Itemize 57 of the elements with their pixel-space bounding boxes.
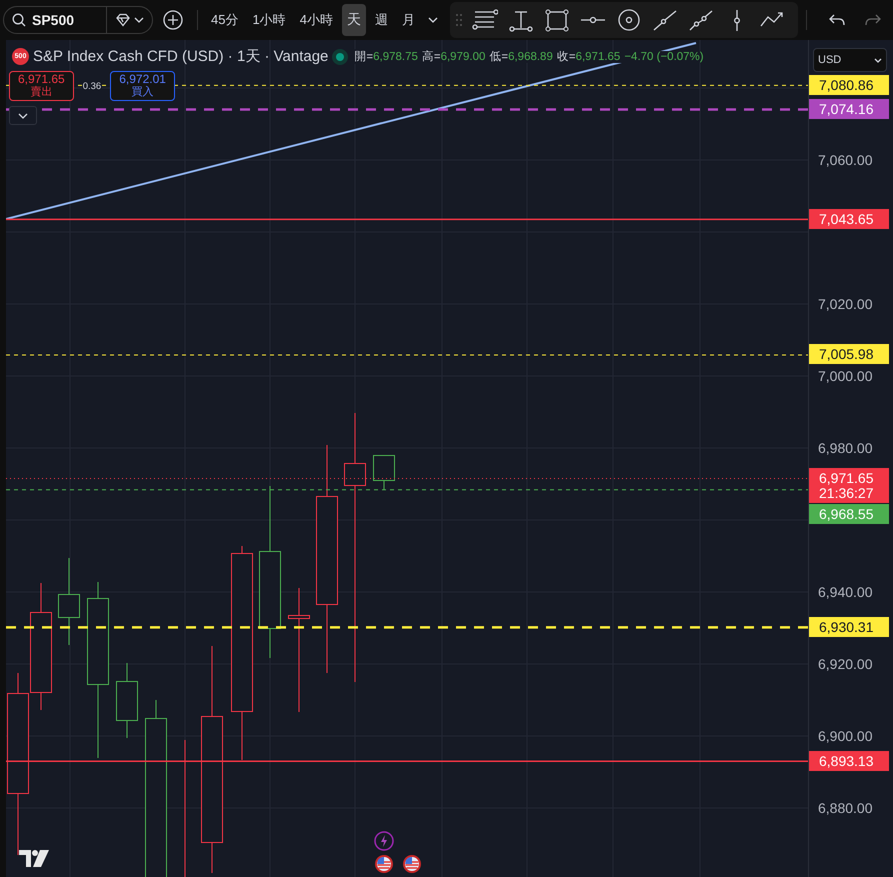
plus-icon [163,10,183,30]
search-icon [12,13,26,27]
ohlc-value: 6,971.65 [576,50,624,62]
ohlc-label: 低= [489,49,508,64]
interval-tab[interactable]: 4小時 [294,4,338,36]
undo-icon[interactable] [828,14,845,26]
price-tag: 6,930.31 [809,616,889,637]
interval-tab[interactable]: 月 [396,4,420,36]
price-tag: 6,971.65 21:36:27 [809,468,889,504]
caret-icon [428,17,438,23]
price-line[interactable] [6,489,808,490]
interval-dropdown[interactable] [428,17,438,23]
interval-tab[interactable]: 45分 [206,4,244,36]
price-tick: 6,980.00 [818,440,872,456]
price-tag: 7,043.65 [809,208,889,229]
caret-icon [134,17,144,23]
price-tag: 6,893.13 [809,750,889,771]
redo-icon[interactable] [864,14,881,26]
price-tick: 7,060.00 [818,152,872,168]
candle [373,454,395,490]
horizontal-lines-icon[interactable] [472,8,498,32]
price-tick: 6,880.00 [818,800,872,816]
rectangle-icon[interactable] [544,8,570,32]
price-tick: 7,020.00 [818,296,872,312]
interval-tab[interactable]: 1小時 [247,4,291,36]
ohlc-label: 高= [422,49,441,64]
circle-icon[interactable] [616,8,642,32]
sell-button[interactable]: 6,971.65 賣出 [9,71,74,101]
market-open-dot [336,52,344,60]
add-symbol-button[interactable] [163,10,183,30]
collapse-button[interactable] [9,106,37,125]
currency-dropdown[interactable]: USD [813,48,887,72]
price-tick: 6,900.00 [818,728,872,744]
price-tag: 7,080.86 [809,74,889,95]
logo-icon [19,850,49,867]
lightning-icon[interactable] [374,831,394,851]
flag-icon[interactable] [374,854,394,874]
price-tick: 6,940.00 [818,584,872,600]
price-tick: 6,920.00 [818,656,872,672]
flag-icon[interactable] [402,854,422,874]
price-tick: 7,000.00 [818,368,872,384]
drag-handle-icon [456,14,462,26]
chevron-down-icon [18,112,28,118]
buy-button[interactable]: 6,972.01 買入 [110,71,175,101]
ohlc-label: 收= [556,49,576,64]
interval-tab[interactable]: 天 [342,4,366,36]
diamond-icon [115,13,131,27]
price-tag: 7,005.98 [809,344,889,364]
interval-tab[interactable]: 週 [370,4,393,36]
price-tag: 6,968.55 [809,504,889,524]
spread-value: 0.36 [82,80,102,92]
caret-icon [874,58,882,62]
trend-line-icon[interactable] [652,8,678,32]
ohlc-label: 開= [354,49,374,64]
price-tag: 7,074.16 [809,99,889,120]
path-icon[interactable] [688,8,714,32]
symbol-title: S&P Index Cash CFD (USD) · 1天 · Vantage [33,47,328,66]
